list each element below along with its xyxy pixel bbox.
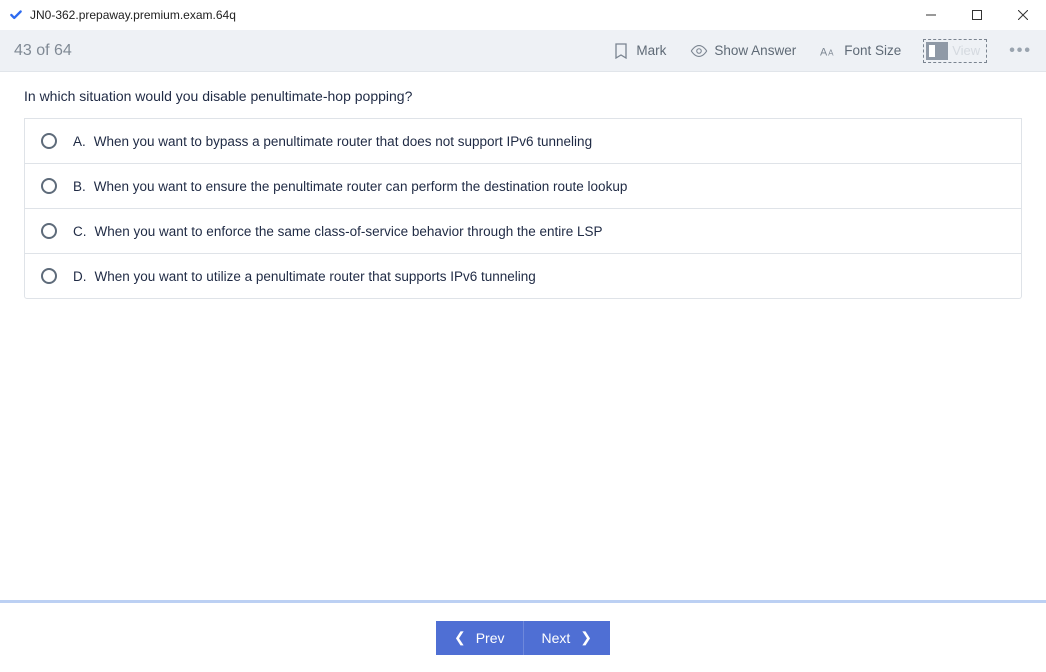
view-toggle-button[interactable]: View (923, 39, 987, 63)
maximize-button[interactable] (954, 0, 1000, 30)
show-answer-button[interactable]: Show Answer (690, 42, 796, 60)
window-title: JN0-362.prepaway.premium.exam.64q (30, 8, 908, 22)
show-answer-label: Show Answer (714, 43, 796, 58)
option-label: D. When you want to utilize a penultimate… (73, 269, 536, 284)
minimize-button[interactable] (908, 0, 954, 30)
radio-icon (41, 178, 57, 194)
toolbar: 43 of 64 Mark Show Answer AA Font Size V… (0, 30, 1046, 72)
question-counter: 43 of 64 (14, 42, 588, 60)
bookmark-icon (612, 42, 630, 60)
next-label: Next (542, 630, 571, 646)
font-size-label: Font Size (844, 43, 901, 58)
radio-icon (41, 223, 57, 239)
mark-button[interactable]: Mark (612, 42, 666, 60)
option-b[interactable]: B. When you want to ensure the penultimat… (24, 163, 1022, 209)
mark-label: Mark (636, 43, 666, 58)
content-area: In which situation would you disable pen… (0, 72, 1046, 299)
svg-text:A: A (828, 48, 834, 57)
option-a[interactable]: A. When you want to bypass a penultimate … (24, 118, 1022, 164)
window-controls (908, 0, 1046, 30)
option-letter: C. (73, 224, 87, 239)
question-text: In which situation would you disable pen… (24, 88, 1022, 104)
option-label: A. When you want to bypass a penultimate … (73, 134, 592, 149)
next-button[interactable]: Next ❯ (524, 621, 611, 655)
prev-label: Prev (476, 630, 505, 646)
option-c[interactable]: C. When you want to enforce the same clas… (24, 208, 1022, 254)
option-text: When you want to ensure the penultimate … (94, 179, 628, 194)
option-text: When you want to bypass a penultimate ro… (94, 134, 592, 149)
more-button[interactable]: ••• (1009, 42, 1032, 60)
font-size-icon: AA (820, 42, 838, 60)
option-label: B. When you want to ensure the penultimat… (73, 179, 627, 194)
layout-icon (926, 42, 948, 60)
chevron-right-icon: ❯ (580, 629, 592, 646)
nav-group: ❮ Prev Next ❯ (436, 621, 610, 655)
option-letter: D. (73, 269, 87, 284)
option-letter: A. (73, 134, 86, 149)
font-size-button[interactable]: AA Font Size (820, 42, 901, 60)
app-icon (8, 7, 24, 23)
chevron-left-icon: ❮ (454, 629, 466, 646)
option-label: C. When you want to enforce the same clas… (73, 224, 603, 239)
titlebar: JN0-362.prepaway.premium.exam.64q (0, 0, 1046, 30)
radio-icon (41, 268, 57, 284)
option-letter: B. (73, 179, 86, 194)
svg-text:A: A (820, 46, 828, 58)
view-label: View (952, 43, 980, 58)
option-text: When you want to enforce the same class-… (95, 224, 603, 239)
radio-icon (41, 133, 57, 149)
close-button[interactable] (1000, 0, 1046, 30)
eye-icon (690, 42, 708, 60)
option-d[interactable]: D. When you want to utilize a penultimate… (24, 253, 1022, 299)
prev-button[interactable]: ❮ Prev (436, 621, 524, 655)
footer: ❮ Prev Next ❯ (0, 600, 1046, 672)
option-text: When you want to utilize a penultimate r… (95, 269, 536, 284)
